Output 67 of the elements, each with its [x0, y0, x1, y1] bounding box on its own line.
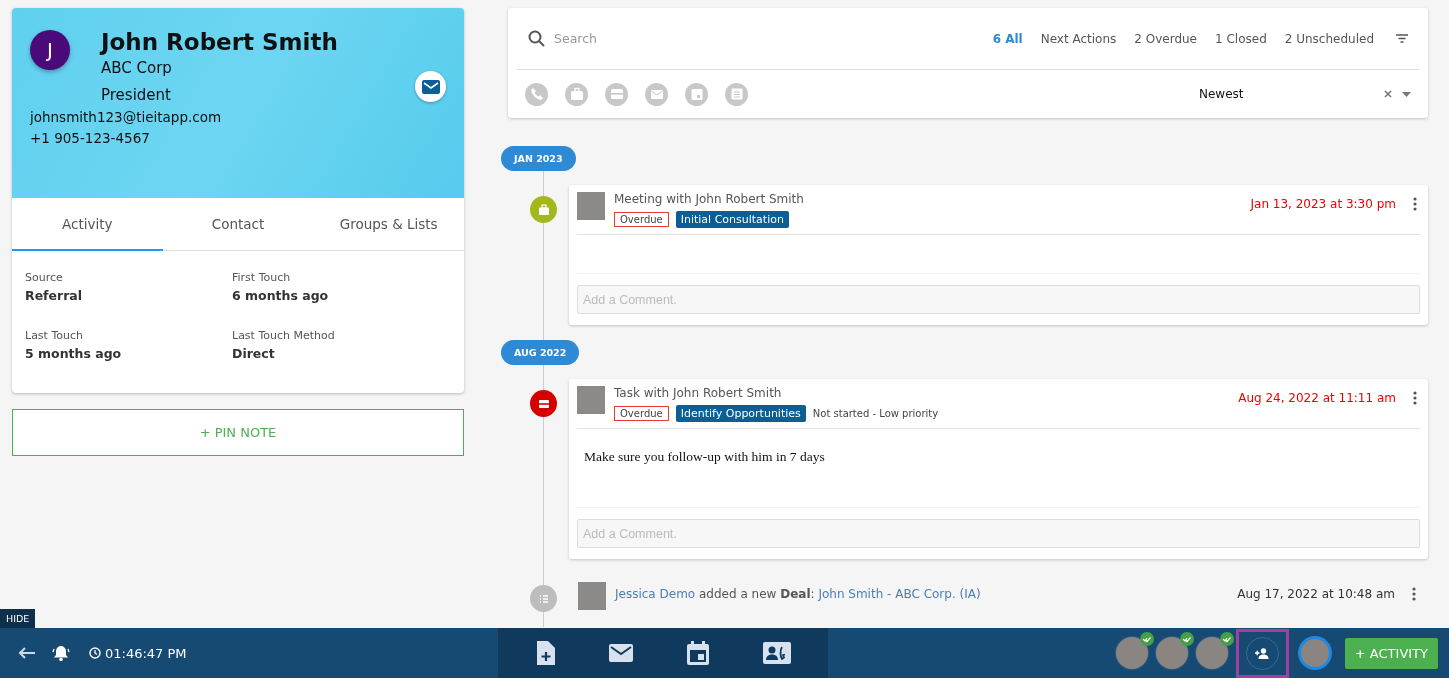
email-button[interactable]: [415, 71, 446, 102]
comment-field[interactable]: Add a Comment.: [577, 519, 1420, 548]
activity-description: Make sure you follow-up with him in 7 days: [584, 449, 826, 465]
tab[interactable]: Groups & Lists: [313, 198, 464, 251]
clock-icon: [89, 647, 101, 659]
clock-time: 01:46:47 PM: [105, 645, 187, 661]
month-badge: AUG 2022: [501, 340, 580, 365]
user-avatar[interactable]: [1115, 637, 1148, 669]
detail-value: Direct: [232, 346, 276, 361]
stage-tag: Initial Consultation: [675, 211, 789, 228]
user-avatar[interactable]: [1300, 639, 1329, 667]
bell-icon[interactable]: [52, 644, 70, 662]
filter-tab[interactable]: 1 Closed: [1215, 31, 1267, 46]
back-arrow-icon[interactable]: [18, 647, 36, 659]
contact-phone: +1 905-123-4567: [30, 130, 151, 146]
month-badge: JAN 2023: [501, 146, 576, 171]
deal-link[interactable]: John Smith - ABC Corp. (IA): [818, 587, 981, 601]
contact-avatar: J: [30, 30, 70, 70]
contact-title: President: [101, 86, 172, 104]
envelope-icon: [421, 79, 440, 94]
filter-tab[interactable]: 6 All: [992, 31, 1023, 46]
user-avatar: [577, 386, 605, 414]
new-document-icon[interactable]: [535, 641, 555, 665]
contact-company: ABC Corp: [101, 59, 173, 77]
more-icon[interactable]: [1413, 197, 1417, 211]
stage-tag: Identify Opportunities: [675, 405, 806, 422]
search-icon: [528, 29, 546, 48]
filter-tab[interactable]: 2 Unscheduled: [1284, 31, 1374, 46]
caret-icon: [1402, 91, 1411, 97]
activity-date: Aug 17, 2022 at 10:48 am: [1237, 587, 1395, 601]
activity-date: Jan 13, 2023 at 3:30 pm: [1250, 197, 1396, 211]
detail-value: Referral: [25, 288, 84, 303]
detail-label: Last Touch: [25, 329, 84, 342]
user-avatar[interactable]: [1155, 637, 1188, 669]
tab[interactable]: Activity: [12, 198, 163, 251]
contact-email: johnsmith123@tieitapp.com: [30, 109, 223, 125]
user-avatar: [578, 582, 606, 610]
sort-dropdown[interactable]: Newest: [1199, 87, 1411, 101]
filter-icon[interactable]: [1396, 34, 1408, 43]
hide-button[interactable]: HIDE: [0, 609, 36, 628]
detail-label: Last Touch Method: [232, 329, 336, 342]
calendar-icon[interactable]: [687, 641, 709, 665]
status-tag: Overdue: [614, 406, 669, 421]
activity-title: Meeting with John Robert Smith: [614, 192, 805, 206]
detail-value: 6 months ago: [232, 288, 330, 303]
tab[interactable]: Contact: [162, 198, 314, 251]
more-icon[interactable]: [1413, 391, 1417, 405]
detail-value: 5 months ago: [25, 346, 123, 361]
user-avatar[interactable]: [1195, 637, 1228, 669]
add-person-icon: [1255, 647, 1270, 659]
filter-tab[interactable]: 2 Overdue: [1134, 31, 1197, 46]
detail-label: First Touch: [232, 271, 292, 284]
activity-sentence: Jessica Demo added a new Deal: John Smith - ABC Corp. (IA): [615, 587, 982, 601]
comment-field[interactable]: Add a Comment.: [577, 285, 1420, 314]
status-tag: Overdue: [614, 212, 669, 227]
activity-date: Aug 24, 2022 at 11:11 am: [1238, 391, 1396, 405]
contact-card-icon[interactable]: [763, 642, 791, 664]
user-link[interactable]: Jessica Demo: [615, 587, 696, 601]
more-icon[interactable]: [1412, 587, 1416, 601]
activity-title: Task with John Robert Smith: [614, 386, 783, 400]
envelope-icon[interactable]: [609, 644, 633, 662]
filter-tab[interactable]: Next Actions: [1040, 31, 1117, 46]
priority-note: Not started - Low priority: [812, 408, 939, 419]
clear-icon[interactable]: [1384, 90, 1392, 98]
contact-name: John Robert Smith: [101, 29, 339, 55]
detail-label: Source: [25, 271, 64, 284]
user-avatar: [577, 192, 605, 220]
